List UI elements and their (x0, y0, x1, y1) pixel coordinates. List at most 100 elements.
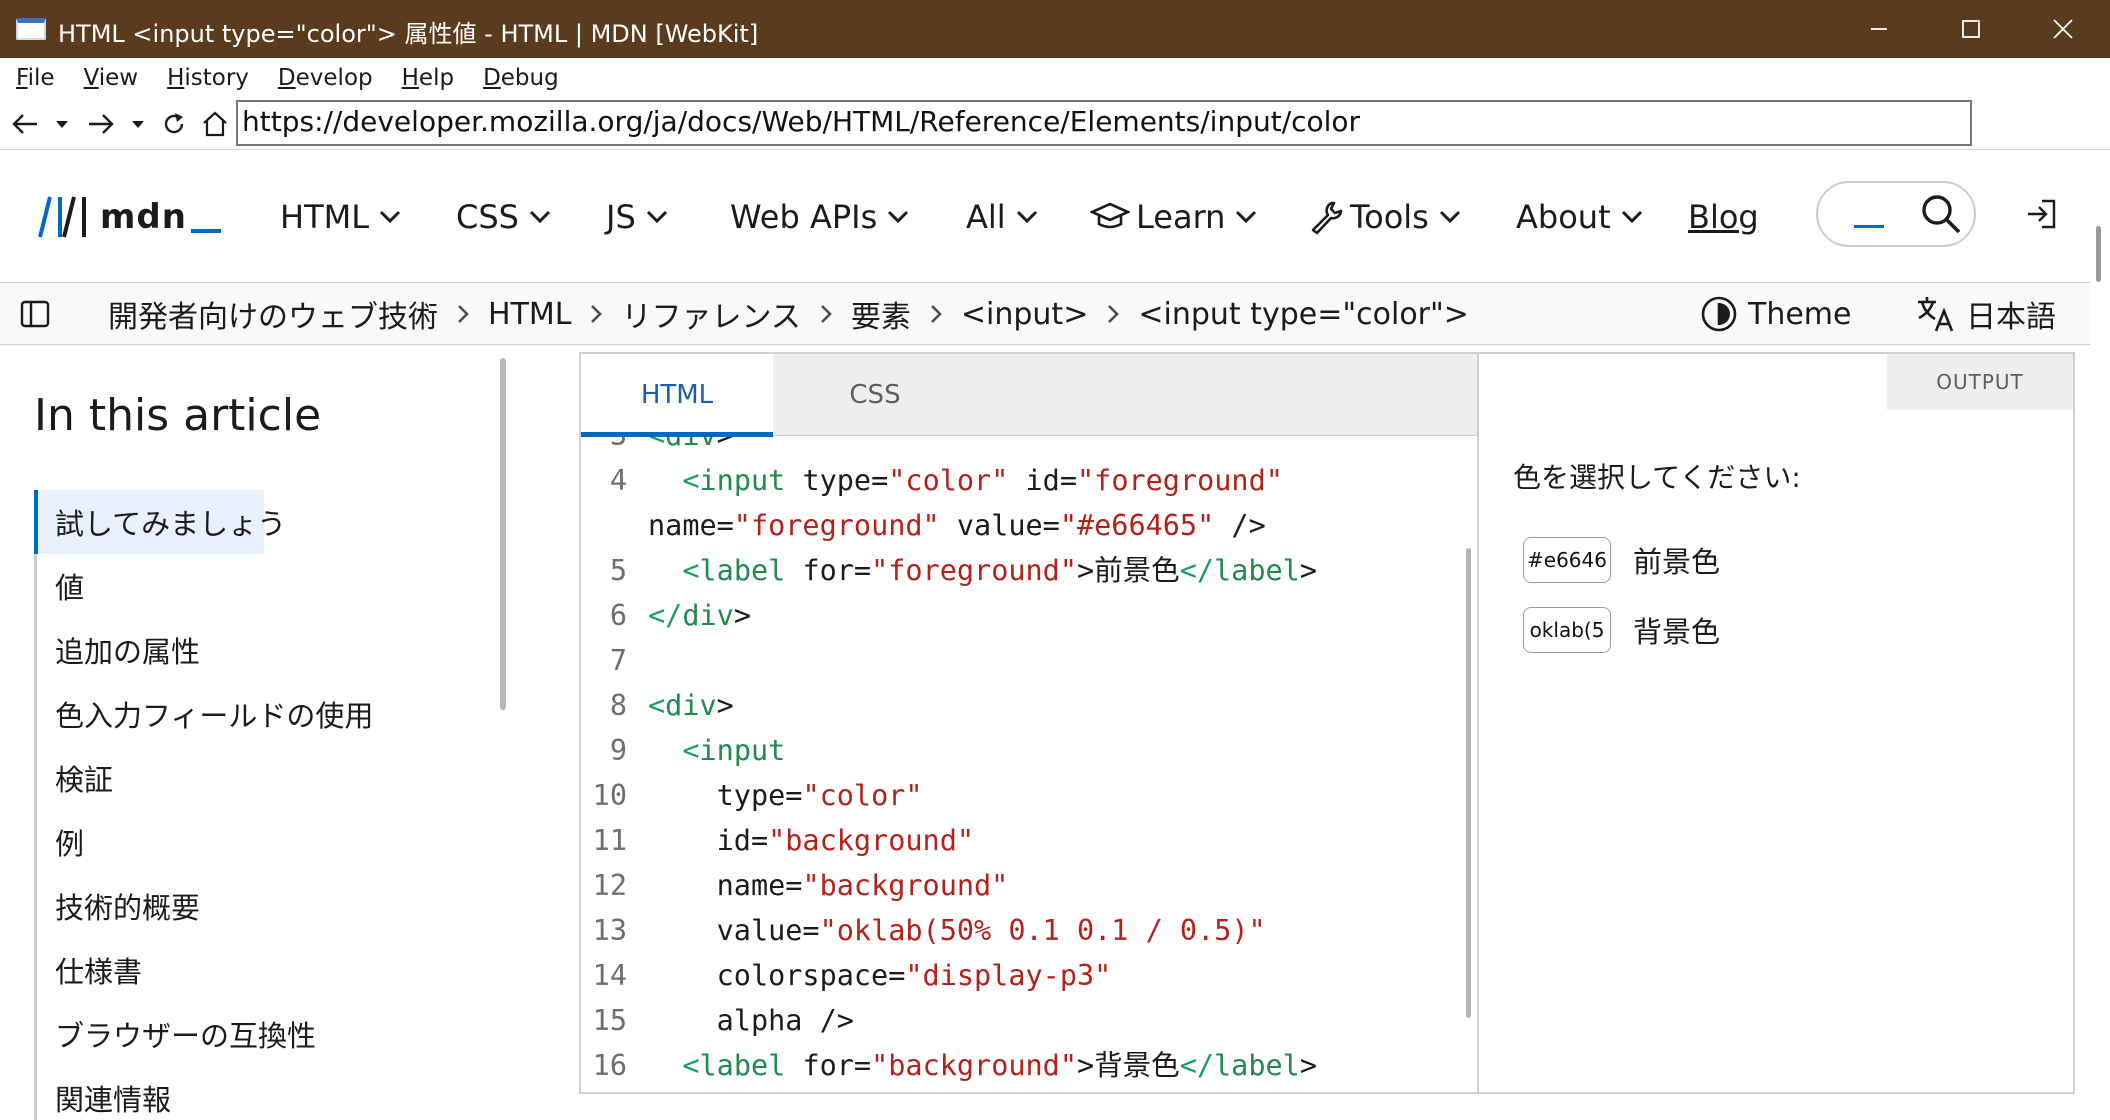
toc-item-using-color-inputs[interactable]: 色入力フィールドの使用 (34, 682, 373, 746)
menu-help[interactable]: Help (402, 65, 454, 91)
code-text: colorspace="display-p3" (648, 959, 1112, 992)
menu-history[interactable]: History (167, 65, 249, 91)
output-heading: 色を選択してください: (1513, 461, 1801, 494)
line-number: 10 (592, 779, 627, 812)
language-button[interactable]: 日本語 (1916, 293, 2056, 335)
page-scrollbar[interactable] (2096, 226, 2101, 282)
forward-history-dropdown[interactable] (126, 106, 150, 142)
line-number: 3 (581, 437, 627, 458)
arrow-left-icon (12, 114, 37, 134)
code-text: <label for="background">背景色</label> (682, 1049, 1317, 1082)
code-line: 17 </div> (581, 1088, 1477, 1092)
forward-button[interactable] (84, 106, 118, 142)
search-icon (1922, 195, 1961, 234)
code-line: 5 <label for="foreground">前景色</label> (581, 548, 1477, 593)
breadcrumb-reference[interactable]: リファレンス (621, 292, 800, 336)
code-editor-pane: HTML CSS 3<div>4 <input type="color" id=… (581, 354, 1479, 1092)
menu-file[interactable]: File (16, 65, 55, 91)
code-text: alpha /> (648, 1004, 854, 1037)
breadcrumb-current[interactable]: <input type="color"> (1138, 297, 1469, 332)
code-editor[interactable]: 3<div>4 <input type="color" id="foregrou… (581, 437, 1477, 1092)
toc-item-technical-summary[interactable]: 技術的概要 (34, 874, 264, 938)
foreground-color-input[interactable]: #e6646 (1523, 537, 1611, 583)
code-line: 3 <div> (581, 437, 1477, 458)
minimize-button[interactable] (1833, 0, 1925, 58)
nav-tools[interactable]: Tools (1308, 191, 1461, 243)
reload-button[interactable] (158, 106, 190, 142)
address-input[interactable]: https://developer.mozilla.org/ja/docs/We… (236, 100, 1972, 146)
chevron-right-icon (929, 303, 943, 325)
nav-html[interactable]: HTML (280, 191, 401, 243)
background-label: 背景色 (1633, 615, 1721, 649)
toc-scrollbar[interactable] (500, 358, 506, 710)
login-button[interactable] (2024, 197, 2058, 235)
line-number: 14 (592, 959, 627, 992)
tab-html[interactable]: HTML (581, 354, 773, 437)
nav-all[interactable]: All (966, 191, 1038, 243)
code-text: <div> (648, 689, 734, 722)
line-number: 15 (592, 1004, 627, 1037)
nav-learn[interactable]: Learn (1090, 191, 1257, 243)
toc-item-validation[interactable]: 検証 (34, 746, 264, 810)
chevron-down-icon (1236, 210, 1257, 224)
wrench-icon (1311, 201, 1343, 235)
code-line: 9 <input (581, 728, 1477, 773)
menu-develop[interactable]: Develop (278, 65, 373, 91)
toc-item-value[interactable]: 値 (34, 554, 264, 618)
arrow-right-icon (89, 114, 114, 134)
menu-view[interactable]: View (84, 65, 139, 91)
code-text: value="oklab(50% 0.1 0.1 / 0.5)" (648, 914, 1266, 947)
breadcrumb-web-tech[interactable]: 開発者向けのウェブ技術 (108, 292, 438, 336)
nav-web-apis[interactable]: Web APIs (730, 191, 909, 243)
nav-about[interactable]: About (1516, 191, 1643, 243)
chevron-right-icon (589, 303, 603, 325)
toc-item-try-it[interactable]: 試してみましょう (34, 490, 286, 554)
line-number: 11 (592, 824, 627, 857)
toc-item-specifications[interactable]: 仕様書 (34, 938, 264, 1002)
toc-item-see-also[interactable]: 関連情報 (34, 1066, 264, 1120)
home-button[interactable] (198, 106, 232, 142)
tab-css[interactable]: CSS (773, 354, 977, 436)
mdn-logo[interactable]: mdn (38, 191, 221, 243)
code-text: name="foreground" value="#e66465" /> (648, 509, 1266, 542)
window-titlebar: HTML <input type="color"> 属性値 - HTML | M… (0, 0, 2110, 58)
chevron-right-icon (1106, 303, 1120, 325)
code-line: 6 </div> (581, 593, 1477, 638)
sidebar-icon (20, 300, 50, 328)
close-icon (2053, 19, 2073, 39)
back-button[interactable] (8, 106, 42, 142)
chevron-right-icon (456, 303, 470, 325)
nav-js[interactable]: JS (606, 191, 668, 243)
close-window-button[interactable] (2017, 0, 2109, 58)
back-history-dropdown[interactable] (50, 106, 74, 142)
breadcrumb-input[interactable]: <input> (961, 297, 1088, 332)
search-input[interactable] (1816, 181, 1976, 247)
nav-blog-link[interactable]: Blog (1688, 191, 1759, 243)
code-line: 7 (581, 638, 1477, 683)
translate-icon (1918, 297, 1954, 332)
breadcrumb-html[interactable]: HTML (488, 297, 571, 332)
toc-item-browser-compatibility[interactable]: ブラウザーの互換性 (34, 1002, 316, 1066)
line-number: 7 (609, 644, 627, 677)
maximize-icon (1962, 20, 1980, 38)
toc-item-additional-attributes[interactable]: 追加の属性 (34, 618, 264, 682)
line-number: 4 (609, 464, 627, 497)
graduation-cap-icon (1090, 202, 1130, 229)
code-line: 11 id="background" (581, 818, 1477, 863)
reload-icon (164, 113, 184, 134)
toc-item-examples[interactable]: 例 (34, 810, 264, 874)
code-text: <div> (648, 437, 734, 458)
chevron-down-icon (1016, 210, 1037, 224)
background-color-input[interactable]: oklab(5 (1523, 607, 1611, 653)
editor-scrollbar[interactable] (1466, 548, 1471, 1018)
line-number: 17 (581, 1088, 627, 1092)
nav-css[interactable]: CSS (456, 191, 551, 243)
maximize-button[interactable] (1925, 0, 2017, 58)
code-text: </div> (648, 599, 751, 632)
theme-button[interactable]: Theme (1700, 293, 1851, 335)
sidebar-toggle-button[interactable] (20, 300, 50, 332)
menu-debug[interactable]: Debug (483, 65, 559, 91)
breadcrumb-elements[interactable]: 要素 (851, 292, 911, 336)
code-text: <label for="foreground">前景色</label> (682, 554, 1317, 587)
code-line: 14 colorspace="display-p3" (581, 953, 1477, 998)
